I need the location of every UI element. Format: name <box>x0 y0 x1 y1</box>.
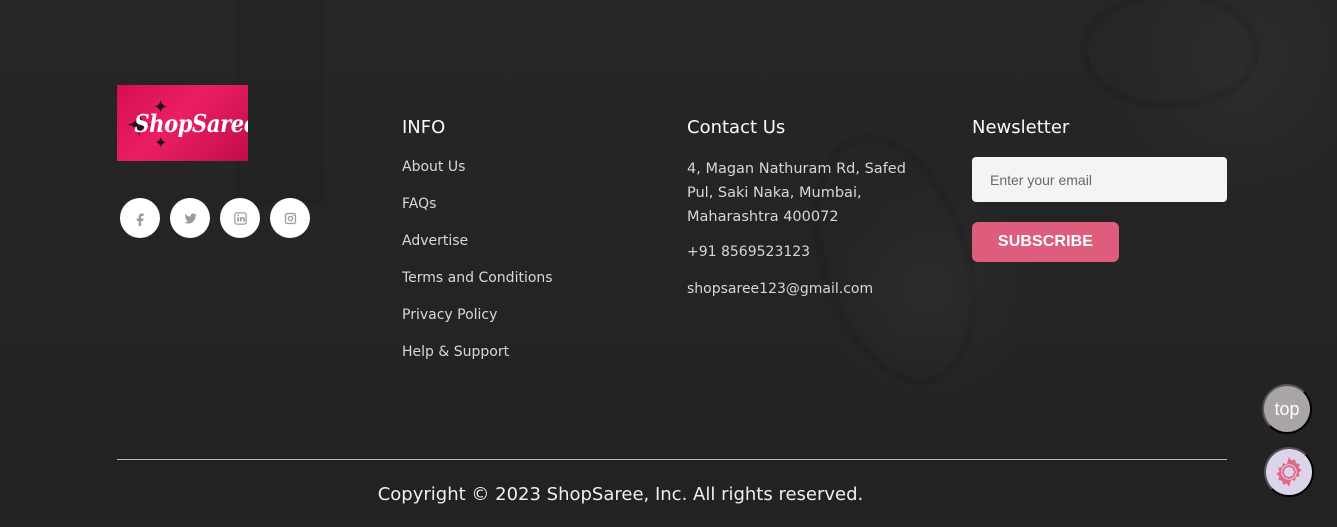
copyright-text: Copyright © 2023 ShopSaree, Inc. All rig… <box>377 484 864 505</box>
linkedin-link[interactable] <box>220 198 260 238</box>
info-link-faqs[interactable]: FAQs <box>402 194 632 214</box>
info-link-help-and-support[interactable]: Help & Support <box>402 342 632 362</box>
newsletter-column: Newsletter SUBSCRIBE <box>972 117 1227 262</box>
info-links: About Us FAQs Advertise Terms and Condit… <box>402 157 632 362</box>
linkedin-icon <box>233 211 248 226</box>
logo-text: ShopSaree <box>134 108 248 138</box>
contact-title: Contact Us <box>687 117 786 138</box>
accessibility-icon <box>1270 453 1308 491</box>
accessibility-button[interactable] <box>1264 447 1314 497</box>
contact-email[interactable]: shopsaree123@gmail.com <box>687 279 932 299</box>
newsletter-title: Newsletter <box>972 117 1070 138</box>
instagram-icon <box>283 211 298 226</box>
info-link-terms-and-conditions[interactable]: Terms and Conditions <box>402 268 632 288</box>
info-link-advertise[interactable]: Advertise <box>402 231 632 251</box>
contact-phone[interactable]: +91 8569523123 <box>687 242 932 262</box>
newsletter-email-input[interactable] <box>972 157 1227 202</box>
facebook-link[interactable] <box>120 198 160 238</box>
footer-page: ✦ ✦ ✦ ShopSaree INFO About Us FAQs Adver… <box>0 0 1337 527</box>
site-logo[interactable]: ✦ ✦ ✦ ShopSaree <box>117 85 248 161</box>
background-decoration <box>235 0 325 205</box>
contact-column: Contact Us 4, Magan Nathuram Rd, Safed P… <box>687 117 932 299</box>
background-decoration <box>1080 0 1260 110</box>
footer-divider <box>117 459 1227 460</box>
subscribe-button[interactable]: SUBSCRIBE <box>972 222 1119 262</box>
info-link-about-us[interactable]: About Us <box>402 157 632 177</box>
contact-address: 4, Magan Nathuram Rd, Safed Pul, Saki Na… <box>687 161 906 225</box>
twitter-link[interactable] <box>170 198 210 238</box>
info-column: INFO About Us FAQs Advertise Terms and C… <box>402 117 632 379</box>
info-title: INFO <box>402 117 446 138</box>
scroll-top-button[interactable]: top <box>1262 384 1312 434</box>
instagram-link[interactable] <box>270 198 310 238</box>
scroll-top-label: top <box>1274 399 1300 419</box>
info-link-privacy-policy[interactable]: Privacy Policy <box>402 305 632 325</box>
facebook-icon <box>133 211 148 226</box>
twitter-icon <box>183 211 198 226</box>
social-links <box>120 198 310 238</box>
